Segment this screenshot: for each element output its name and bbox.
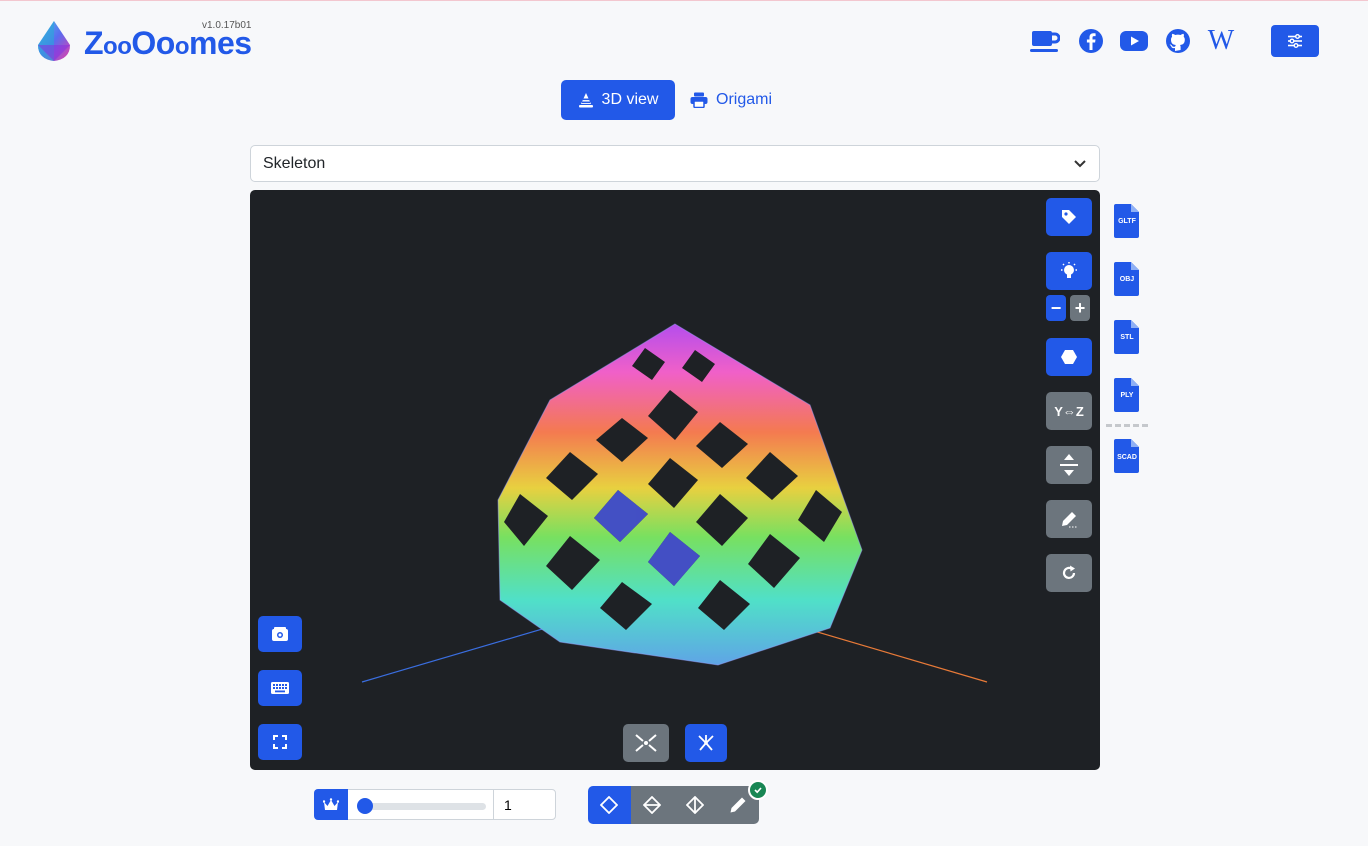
tab-origami[interactable]: Origami	[688, 80, 788, 120]
3d-viewport[interactable]: − + Y⇔Z	[250, 190, 1100, 770]
edit-mode-group	[588, 786, 759, 824]
mode-diamond-vertical-button[interactable]	[673, 786, 717, 824]
diamond-horizontal-split-icon	[643, 796, 662, 814]
explode-button[interactable]	[685, 724, 727, 762]
tag-icon	[1062, 210, 1076, 224]
zoom-in-button[interactable]: +	[1070, 295, 1090, 321]
crown-button[interactable]	[314, 789, 348, 820]
crown-icon	[323, 797, 339, 810]
swap-axes-button[interactable]: Y⇔Z	[1046, 392, 1092, 430]
pen-line-icon	[1062, 512, 1077, 528]
pencil-icon	[730, 797, 746, 813]
explode-icon	[698, 735, 714, 751]
zoom-out-button[interactable]: −	[1046, 295, 1066, 321]
youtube-icon[interactable]	[1119, 27, 1149, 55]
solid-view-button[interactable]	[1046, 338, 1092, 376]
mode-diamond-button[interactable]	[588, 786, 631, 824]
labels-button[interactable]	[1046, 198, 1092, 236]
settings-button[interactable]	[1271, 25, 1319, 57]
mode-diamond-horizontal-button[interactable]	[630, 786, 674, 824]
vertical-spread-button[interactable]	[1046, 446, 1092, 484]
model-select-value: Skeleton	[263, 154, 326, 172]
camera-icon	[272, 627, 288, 641]
collapse-icon	[635, 734, 657, 752]
model-select[interactable]: Skeleton	[250, 145, 1100, 182]
facebook-icon[interactable]	[1076, 27, 1106, 55]
collapse-button[interactable]	[623, 724, 669, 762]
export-gltf-label: GLTF	[1118, 218, 1136, 225]
diamond-icon	[600, 796, 619, 814]
lighting-button[interactable]	[1046, 252, 1092, 290]
cone-icon	[578, 93, 593, 108]
diamond-vertical-split-icon	[685, 796, 704, 814]
tab-3d-view-label: 3D view	[601, 91, 659, 108]
fullscreen-icon	[273, 735, 287, 749]
export-stl-button[interactable]: STL	[1114, 320, 1140, 354]
export-scad-button[interactable]: SCAD	[1114, 439, 1140, 473]
tab-origami-label: Origami	[716, 91, 773, 108]
reset-view-button[interactable]	[1046, 554, 1092, 592]
screenshot-button[interactable]	[258, 616, 302, 652]
github-icon[interactable]	[1163, 27, 1193, 55]
sliders-icon	[1288, 34, 1302, 48]
hexagon-icon	[1061, 350, 1077, 364]
3d-model-canvas[interactable]	[250, 190, 1100, 770]
printer-icon	[690, 92, 708, 108]
wikipedia-icon[interactable]: W	[1206, 25, 1236, 56]
lightbulb-icon	[1061, 262, 1077, 278]
check-circle-icon	[748, 780, 768, 800]
export-ply-label: PLY	[1120, 392, 1134, 399]
chevron-down-icon	[1074, 159, 1086, 167]
version-label: v1.0.17b01	[202, 20, 252, 31]
export-stl-label: STL	[1120, 334, 1134, 341]
export-obj-label: OBJ	[1119, 276, 1135, 283]
tab-3d-view[interactable]: 3D view	[561, 80, 675, 120]
coffee-icon[interactable]	[1030, 27, 1060, 55]
export-scad-label: SCAD	[1117, 454, 1137, 461]
export-gltf-button[interactable]: GLTF	[1114, 204, 1140, 238]
logo-icon	[38, 21, 70, 61]
export-divider	[1106, 424, 1148, 427]
count-slider-thumb[interactable]	[357, 798, 373, 814]
count-slider-track[interactable]	[360, 803, 486, 810]
edit-edges-button[interactable]	[1046, 500, 1092, 538]
arrows-vertical-icon	[1060, 454, 1078, 476]
keyboard-icon	[271, 682, 289, 694]
keyboard-button[interactable]	[258, 670, 302, 706]
export-obj-button[interactable]: OBJ	[1114, 262, 1140, 296]
rotate-icon	[1062, 565, 1076, 579]
fullscreen-button[interactable]	[258, 724, 302, 760]
export-ply-button[interactable]: PLY	[1114, 378, 1140, 412]
swap-axes-label: Y⇔Z	[1054, 403, 1084, 419]
count-input[interactable]	[493, 789, 556, 820]
